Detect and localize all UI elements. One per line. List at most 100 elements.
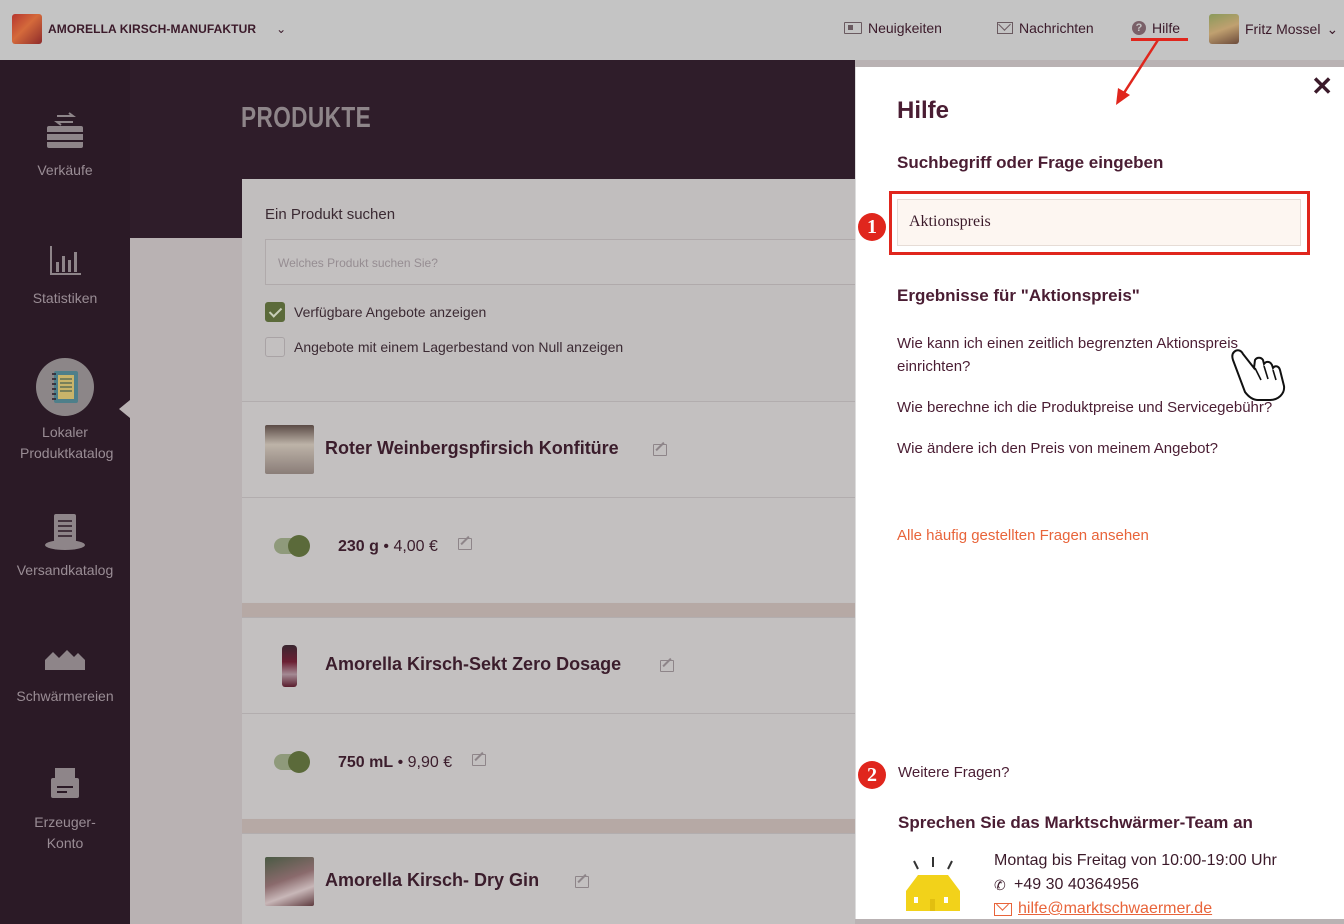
product-header: Amorella Kirsch- Dry Gin: [242, 834, 855, 924]
chevron-down-icon[interactable]: ⌄: [276, 22, 286, 36]
sidebar-item-producer-account[interactable]: Erzeuger-Konto: [0, 764, 130, 854]
annotation-arrow-icon: [1116, 39, 1160, 105]
edit-icon[interactable]: [575, 876, 589, 888]
filter-available[interactable]: Verfügbare Angebote anzeigen: [265, 302, 486, 322]
help-title: Hilfe: [897, 97, 950, 124]
variant-toggle[interactable]: [274, 751, 310, 773]
annotation-badge-2: 2: [858, 761, 886, 789]
product-search-input[interactable]: Welches Produkt suchen Sie?: [265, 239, 865, 285]
variant-info: 230 g • 4,00 €: [338, 538, 438, 556]
active-pointer: [119, 400, 130, 418]
variant-size: 230 g: [338, 538, 379, 555]
product-thumbnail: [265, 641, 314, 690]
edit-icon[interactable]: [660, 660, 674, 672]
filter-zero-stock-label: Angebote mit einem Lagerbestand von Null…: [294, 339, 624, 355]
sidebar-item-sales[interactable]: Verkäufe: [0, 112, 130, 181]
avatar: [1209, 14, 1239, 44]
variant-separator: •: [383, 538, 389, 555]
nav-messages-label: Nachrichten: [1019, 20, 1094, 36]
nav-help-label: Hilfe: [1152, 20, 1181, 36]
user-name: Fritz Mossel: [1245, 21, 1321, 37]
sidebar-item-swarms[interactable]: Schwärmereien: [0, 638, 130, 707]
org-name: AMORELLA KIRSCH-MANUFAKTUR: [48, 22, 257, 36]
edit-icon[interactable]: [458, 538, 472, 550]
sidebar: Verkäufe Statistiken Lokaler Produktkata…: [0, 60, 130, 924]
phone-icon: ✆: [994, 877, 1006, 893]
help-panel: ✕ Hilfe Suchbegriff oder Frage eingeben …: [855, 67, 1344, 919]
help-search-input[interactable]: Aktionspreis: [897, 199, 1301, 246]
contact-phone[interactable]: +49 30 40364956: [1014, 873, 1139, 897]
bar-chart-icon: [43, 240, 87, 280]
house-illustration-icon: [906, 857, 960, 911]
product-card: Amorella Kirsch-Sekt Zero Dosage 750 mL …: [242, 617, 855, 818]
nav-news-label: Neuigkeiten: [868, 20, 942, 36]
annotation-badge-1: 1: [858, 213, 886, 241]
product-search-label: Ein Produkt suchen: [265, 206, 396, 223]
envelope-icon: [994, 902, 1012, 916]
catalog-stack-icon: [43, 512, 87, 552]
faq-link[interactable]: Alle häufig gestellten Fragen ansehen: [897, 527, 1149, 544]
variant-size: 750 mL: [338, 754, 394, 771]
sidebar-item-shipping-catalog[interactable]: Versandkatalog: [0, 512, 130, 581]
variant-toggle[interactable]: [274, 535, 310, 557]
crate-icon: [43, 112, 87, 152]
filter-zero-stock[interactable]: Angebote mit einem Lagerbestand von Null…: [265, 337, 623, 357]
pointer-hand-icon: [1231, 349, 1286, 401]
product-thumbnail: [265, 425, 314, 474]
edit-icon[interactable]: [653, 444, 667, 456]
contact-phone-row: ✆ +49 30 40364956: [994, 873, 1277, 897]
sidebar-item-label: Schwärmereien: [16, 688, 114, 704]
notebook-icon: [36, 358, 94, 416]
edit-icon[interactable]: [472, 754, 486, 766]
product-name[interactable]: Amorella Kirsch-Sekt Zero Dosage: [325, 654, 621, 675]
product-divider: [242, 603, 855, 617]
printer-icon: [43, 764, 87, 804]
product-variant: 230 g • 4,00 €: [242, 498, 855, 602]
checkbox-unchecked[interactable]: [265, 337, 285, 357]
sidebar-item-label: Verkäufe: [37, 162, 93, 178]
filter-available-label: Verfügbare Angebote anzeigen: [294, 304, 487, 320]
close-icon[interactable]: ✕: [1311, 71, 1333, 102]
result-link[interactable]: Wie ändere ich den Preis von meinem Ange…: [897, 437, 1297, 460]
product-divider: [242, 819, 855, 833]
checkbox-checked[interactable]: [265, 302, 285, 322]
product-variant: 750 mL • 9,90 €: [242, 714, 855, 818]
org-switcher[interactable]: AMORELLA KIRSCH-MANUFAKTUR ⌄: [12, 14, 286, 44]
nav-news[interactable]: Neuigkeiten: [844, 20, 942, 36]
sidebar-item-local-catalog[interactable]: Lokaler Produktkatalog: [0, 358, 130, 464]
sidebar-item-label: Versandkatalog: [16, 562, 114, 578]
product-header: Amorella Kirsch-Sekt Zero Dosage: [242, 618, 855, 714]
newspaper-icon: [844, 22, 862, 34]
product-thumbnail: [265, 857, 314, 906]
product-card: Amorella Kirsch- Dry Gin: [242, 833, 855, 924]
sidebar-item-statistics[interactable]: Statistiken: [0, 240, 130, 309]
variant-info: 750 mL • 9,90 €: [338, 754, 452, 772]
contact-email-link[interactable]: hilfe@marktschwaermer.de: [1018, 897, 1212, 921]
more-questions-label: Weitere Fragen?: [898, 764, 1010, 781]
product-name[interactable]: Roter Weinbergspfirsich Konfitüre: [325, 438, 619, 459]
variant-separator: •: [397, 754, 404, 771]
houses-icon: [43, 638, 87, 678]
user-menu[interactable]: Fritz Mossel ⌄: [1209, 14, 1338, 44]
org-logo: [12, 14, 42, 44]
contact-email-row: hilfe@marktschwaermer.de: [994, 897, 1277, 921]
variant-price: 4,00 €: [393, 538, 438, 555]
nav-help[interactable]: ? Hilfe: [1132, 20, 1180, 36]
product-card: Roter Weinbergspfirsich Konfitüre 230 g …: [242, 401, 855, 602]
nav-messages[interactable]: Nachrichten: [997, 20, 1094, 36]
results-title: Ergebnisse für "Aktionspreis": [897, 286, 1140, 305]
product-name[interactable]: Amorella Kirsch- Dry Gin: [325, 870, 539, 891]
contact-info: Montag bis Freitag von 10:00-19:00 Uhr ✆…: [994, 849, 1277, 921]
sidebar-item-label: Lokaler Produktkatalog: [20, 424, 114, 461]
help-icon: ?: [1132, 21, 1146, 35]
help-search-prompt: Suchbegriff oder Frage eingeben: [897, 153, 1164, 172]
product-search-area: Ein Produkt suchen Welches Produkt suche…: [242, 179, 865, 401]
contact-hours: Montag bis Freitag von 10:00-19:00 Uhr: [994, 852, 1277, 869]
contact-title: Sprechen Sie das Marktschwärmer-Team an: [898, 813, 1253, 832]
product-panel: Ein Produkt suchen Welches Produkt suche…: [242, 179, 865, 924]
chevron-down-icon: ⌄: [1326, 20, 1339, 37]
page-title: PRODUKTE: [241, 102, 372, 134]
envelope-icon: [997, 22, 1013, 34]
product-header: Roter Weinbergspfirsich Konfitüre: [242, 402, 855, 498]
sidebar-item-label: Statistiken: [32, 290, 98, 306]
